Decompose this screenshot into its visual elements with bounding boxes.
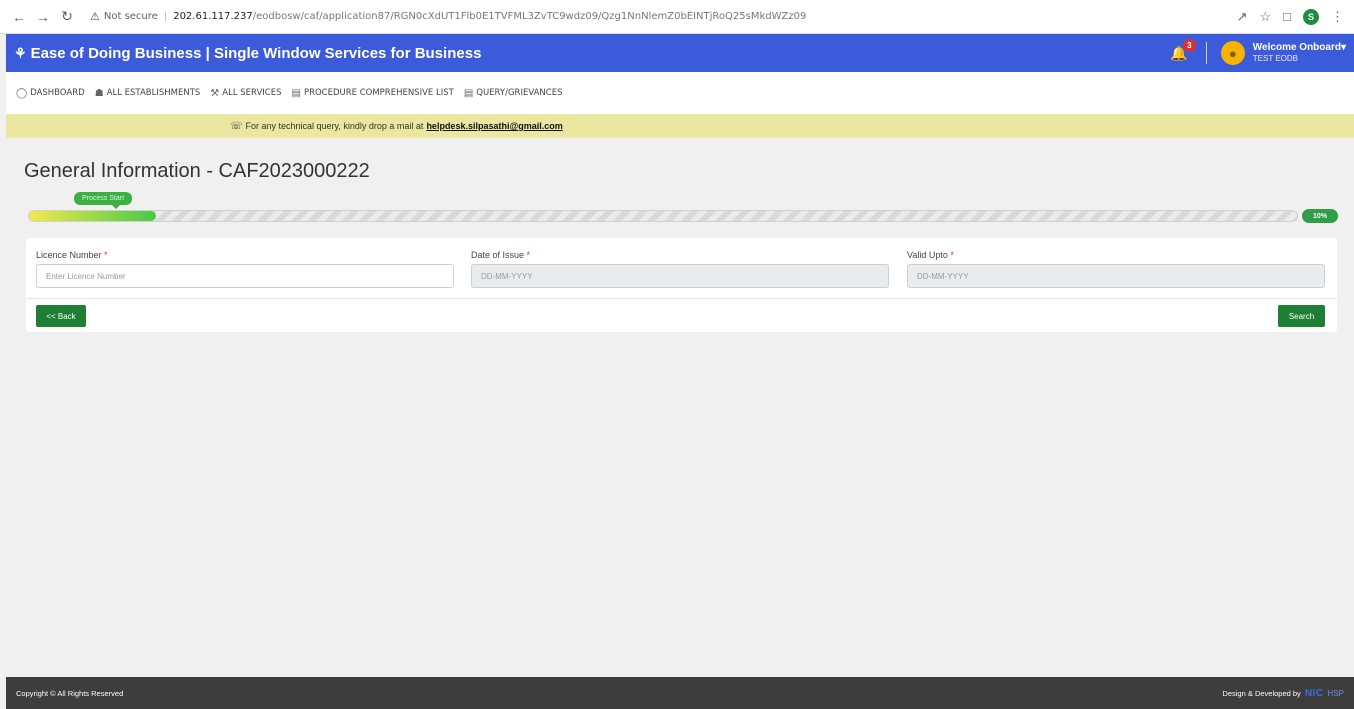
valid-label-text: Valid Upto bbox=[907, 250, 948, 260]
nav-item-label: QUERY/GRIEVANCES bbox=[476, 88, 563, 98]
nic-logo: NIC bbox=[1304, 687, 1324, 699]
progress-stage-tooltip: Process Start bbox=[74, 192, 133, 209]
building-icon: ☗ bbox=[94, 87, 104, 99]
share-icon[interactable]: ↗ bbox=[1237, 9, 1248, 25]
list-icon: ▤ bbox=[291, 87, 301, 99]
developed-by-text: Design & Developed by bbox=[1222, 688, 1301, 698]
nav-item-label: DASHBOARD bbox=[30, 88, 85, 98]
dashboard-icon: ◯ bbox=[16, 87, 28, 99]
search-button[interactable]: Search bbox=[1278, 305, 1325, 327]
back-arrow-icon[interactable]: ← bbox=[10, 8, 28, 26]
date-of-issue-group: Date of Issue * bbox=[471, 250, 889, 288]
page-title: General Information - CAF2023000222 bbox=[24, 160, 370, 182]
bookmark-star-icon[interactable]: ☆ bbox=[1259, 9, 1271, 25]
security-label: Not secure bbox=[103, 11, 158, 22]
nav-item-label: PROCEDURE COMPREHENSIVE LIST bbox=[303, 88, 454, 98]
progress-stage-label: Process Start bbox=[82, 195, 125, 202]
browser-toolbar: ← → ↻ ⚠ Not secure | 202.61.117.237/eodb… bbox=[0, 0, 1354, 34]
nav-item-query-grievances[interactable]: ▤ QUERY/GRIEVANCES bbox=[464, 88, 563, 99]
licence-number-label: Licence Number * bbox=[36, 250, 454, 260]
date-of-issue-label: Date of Issue * bbox=[471, 250, 889, 260]
form-divider bbox=[26, 298, 1337, 299]
notification-badge: 3 bbox=[1182, 38, 1196, 52]
wrench-icon: ⚒ bbox=[210, 87, 220, 99]
progress-fill bbox=[29, 211, 156, 221]
forward-arrow-icon[interactable]: → bbox=[34, 8, 52, 26]
caret-down-icon: ▾ bbox=[1340, 42, 1346, 53]
copyright-text: Copyright © All Rights Reserved bbox=[16, 688, 124, 698]
main-nav: ◯ DASHBOARD ☗ ALL ESTABLISHMENTS ⚒ ALL S… bbox=[6, 72, 1354, 114]
url-separator: | bbox=[163, 11, 168, 22]
helpdesk-notice: ☏ For any technical query, kindly drop a… bbox=[6, 114, 1354, 138]
licence-number-group: Licence Number * bbox=[36, 250, 454, 288]
required-mark: * bbox=[950, 250, 954, 260]
app-header: ⚘ Ease of Doing Business | Single Window… bbox=[6, 34, 1354, 72]
user-menu[interactable]: Welcome Onboard▾ TEST EODB bbox=[1253, 42, 1346, 64]
headset-icon: ☏ bbox=[230, 120, 243, 132]
valid-upto-input[interactable] bbox=[907, 264, 1325, 288]
reload-icon[interactable]: ↻ bbox=[58, 8, 76, 26]
nav-item-label: ALL SERVICES bbox=[222, 88, 282, 98]
url-path: /eodbosw/caf/application87/RGN0cXdUT1Flb… bbox=[252, 11, 807, 22]
logo-icon: ⚘ bbox=[14, 44, 27, 61]
list-icon: ▤ bbox=[463, 87, 474, 99]
licence-number-input[interactable] bbox=[36, 264, 454, 288]
nic-logo-suffix: HSP bbox=[1327, 688, 1344, 698]
valid-upto-group: Valid Upto * bbox=[907, 250, 1325, 288]
nav-item-procedure-list[interactable]: ▤ PROCEDURE COMPREHENSIVE LIST bbox=[291, 88, 453, 99]
progress-percent-badge: 10% bbox=[1302, 209, 1338, 223]
url-host: 202.61.117.237 bbox=[173, 11, 253, 22]
app-title[interactable]: ⚘ Ease of Doing Business | Single Window… bbox=[14, 45, 481, 62]
nav-item-all-establishments[interactable]: ☗ ALL ESTABLISHMENTS bbox=[95, 88, 201, 99]
nav-item-dashboard[interactable]: ◯ DASHBOARD bbox=[16, 88, 85, 99]
nav-item-all-services[interactable]: ⚒ ALL SERVICES bbox=[210, 88, 281, 99]
licence-search-form: Licence Number * Date of Issue * Valid U… bbox=[26, 238, 1337, 332]
notification-bell-icon[interactable]: 🔔 3 bbox=[1170, 38, 1196, 62]
required-mark: * bbox=[526, 250, 531, 260]
valid-upto-label: Valid Upto * bbox=[907, 250, 1325, 260]
user-name: TEST EODB bbox=[1252, 54, 1298, 63]
notice-text: For any technical query, kindly drop a m… bbox=[245, 121, 424, 131]
header-user-area: 🔔 3 ● Welcome Onboard▾ TEST EODB bbox=[1170, 38, 1346, 65]
header-divider bbox=[1205, 42, 1207, 64]
required-mark: * bbox=[104, 250, 108, 260]
helpdesk-email-link[interactable]: helpdesk.silpasathi@gmail.com bbox=[426, 121, 562, 131]
warning-icon: ⚠ bbox=[90, 10, 100, 23]
sidepanel-icon[interactable]: □ bbox=[1283, 9, 1291, 24]
app-title-text: Ease of Doing Business | Single Window S… bbox=[30, 44, 482, 62]
page-footer: Copyright © All Rights Reserved Design &… bbox=[6, 677, 1354, 709]
welcome-text: Welcome Onboard bbox=[1252, 42, 1341, 53]
back-button[interactable]: << Back bbox=[36, 305, 86, 327]
date-of-issue-input[interactable] bbox=[471, 264, 889, 288]
issue-label-text: Date of Issue bbox=[471, 250, 525, 260]
browser-actions: ↗ ☆ □ S ⋮ bbox=[1237, 8, 1344, 25]
licence-label-text: Licence Number bbox=[36, 250, 102, 260]
menu-dots-icon[interactable]: ⋮ bbox=[1331, 9, 1344, 25]
progress-bar bbox=[28, 210, 1298, 222]
address-bar[interactable]: ⚠ Not secure | 202.61.117.237/eodbosw/ca… bbox=[90, 10, 806, 23]
profile-avatar[interactable]: S bbox=[1303, 8, 1319, 25]
user-avatar[interactable]: ● bbox=[1220, 41, 1245, 65]
nav-item-label: ALL ESTABLISHMENTS bbox=[106, 88, 201, 98]
developer-credit: Design & Developed by NIC HSP bbox=[1222, 688, 1344, 699]
